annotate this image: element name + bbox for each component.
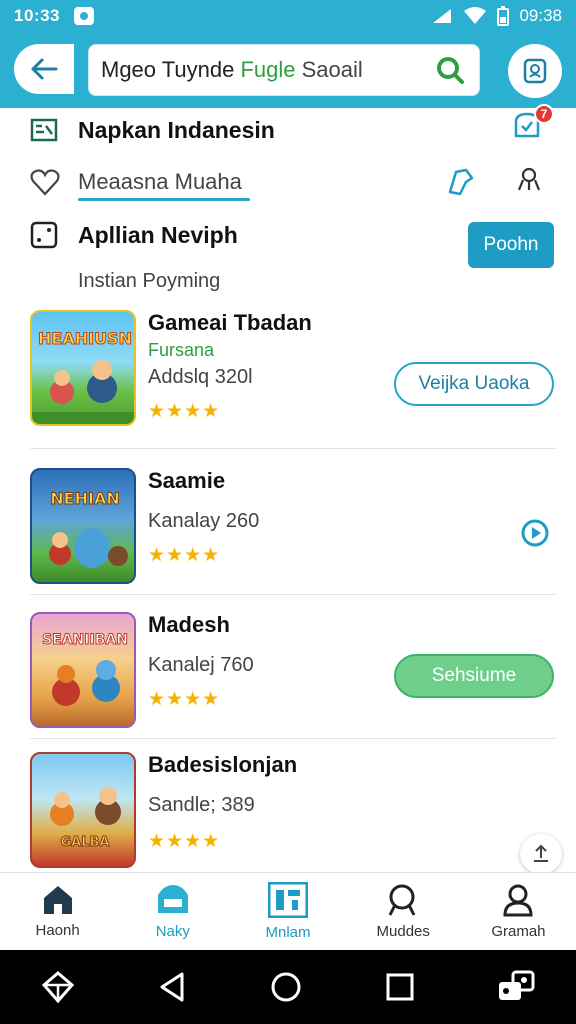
game-thumbnail: NEHIAN [30, 468, 136, 584]
rating-stars: ★★★★ [148, 831, 221, 852]
search-header: Mgeo Tuynde Fugle Saoail [0, 32, 576, 108]
assistant-icon[interactable] [41, 970, 75, 1004]
nav-item-store[interactable]: Naky [115, 873, 230, 950]
dice-icon [30, 221, 58, 249]
thumb-logo-text: NEHIAN [50, 489, 119, 508]
status-clock-right: 09:38 [519, 6, 562, 25]
search-query-prefix: Mgeo Tuynde [101, 57, 241, 82]
item-meta: Kanalej 760 [148, 654, 254, 676]
system-navigation-bar [0, 950, 576, 1024]
status-time: 10:33 [14, 6, 60, 25]
home-nav-icon[interactable] [269, 970, 303, 1004]
list-item[interactable]: NEHIAN Saamie Kanalay 260 ★★★★ [0, 468, 576, 608]
home-icon [43, 886, 72, 914]
search-input[interactable]: Mgeo Tuynde Fugle Saoail [88, 44, 480, 96]
game-thumbnail: SEANIIBAN [30, 612, 136, 728]
back-nav-icon[interactable] [157, 970, 187, 1004]
nav-label: Gramah [491, 923, 546, 940]
item-title: Madesh [148, 612, 230, 637]
list-divider [30, 448, 556, 449]
floating-action-button[interactable] [520, 834, 562, 874]
nav-item-profile[interactable]: Gramah [461, 873, 576, 950]
search-query: Mgeo Tuynde Fugle Saoail [101, 57, 433, 83]
list-divider [30, 594, 556, 595]
list-divider [30, 738, 556, 739]
active-underline [78, 198, 250, 201]
item-subtitle: Fursana [148, 340, 215, 360]
nav-item-apps[interactable]: Mnlam [230, 873, 345, 950]
account-badge-icon [523, 58, 547, 84]
search-query-highlight: Fugle [240, 57, 296, 82]
status-icons: 09:38 [431, 6, 562, 26]
row-actions [444, 164, 544, 198]
rating-stars: ★★★★ [148, 401, 221, 422]
search-icon[interactable] [433, 53, 467, 87]
menu-label-3: Apllian Neviph [78, 221, 238, 248]
item-action-button[interactable]: Veijka Uaoka [394, 362, 554, 406]
wifi-icon [464, 7, 487, 24]
game-thumbnail: HEAHIUSN [30, 310, 136, 426]
nav-label: Haonh [35, 922, 80, 939]
notifications-button[interactable]: 7 [510, 104, 554, 148]
heart-icon [30, 169, 60, 196]
nav-item-search[interactable]: Muddes [346, 873, 461, 950]
item-title: Saamie [148, 468, 226, 493]
primary-button[interactable]: Poohn [468, 222, 554, 268]
notification-count-badge: 7 [534, 104, 554, 124]
battery-icon [497, 6, 510, 26]
account-button[interactable] [508, 44, 562, 98]
item-meta: Sandle; 389 [148, 794, 255, 816]
signal-icon [433, 9, 452, 23]
search-query-rest: Saoail [295, 57, 363, 82]
status-bar: 10:33 09:38 [0, 0, 576, 32]
list-item[interactable]: HEAHIUSN Gameai Tbadan Fursana Addslq 32… [0, 310, 576, 450]
game-thumbnail: GALBA [30, 752, 136, 868]
settings-icon[interactable] [514, 164, 544, 194]
search-icon [388, 884, 416, 916]
nav-label: Naky [155, 923, 190, 940]
item-meta: Addslq 320l [148, 366, 253, 388]
gamepad-icon[interactable] [497, 970, 535, 1004]
item-title: Gameai Tbadan [148, 310, 312, 335]
recents-nav-icon[interactable] [385, 972, 415, 1002]
back-button[interactable] [14, 44, 74, 94]
rating-stars: ★★★★ [148, 689, 221, 710]
nav-item-home[interactable]: Haonh [0, 873, 115, 950]
store-icon [157, 885, 188, 913]
item-title: Badesislonjan [148, 752, 298, 777]
menu-row-1[interactable]: Napkan Indanesin [0, 108, 576, 152]
nav-label: Muddes [376, 923, 430, 940]
thumb-logo-text: SEANIIBAN [42, 632, 128, 648]
thumb-logo-text: GALBA [61, 835, 110, 850]
bottom-navigation: Haonh Naky Mnlam Muddes Gramah [0, 872, 576, 950]
menu-label-2: Meaasna Muaha [78, 169, 242, 194]
item-meta: Kanalay 260 [148, 510, 260, 532]
list-item[interactable]: SEANIIBAN Madesh Kanalej 760 ★★★★ Sehsiu… [0, 612, 576, 752]
profile-icon [503, 884, 533, 917]
play-icon[interactable] [520, 518, 550, 548]
rating-stars: ★★★★ [148, 545, 221, 566]
notification-icon [73, 7, 94, 25]
section-title: Instian Poyming [78, 270, 221, 292]
item-action-button[interactable]: Sehsiume [394, 654, 554, 698]
back-arrow-icon [31, 58, 58, 80]
share-icon[interactable] [444, 164, 478, 198]
apps-icon [268, 882, 308, 918]
upload-icon [534, 844, 548, 862]
menu-label-1: Napkan Indanesin [78, 116, 275, 143]
category-icon [30, 118, 58, 142]
nav-label: Mnlam [265, 924, 311, 941]
list-item[interactable]: GALBA Badesislonjan Sandle; 389 ★★★★ [0, 752, 576, 892]
thumb-logo-text: HEAHIUSN [38, 329, 132, 348]
